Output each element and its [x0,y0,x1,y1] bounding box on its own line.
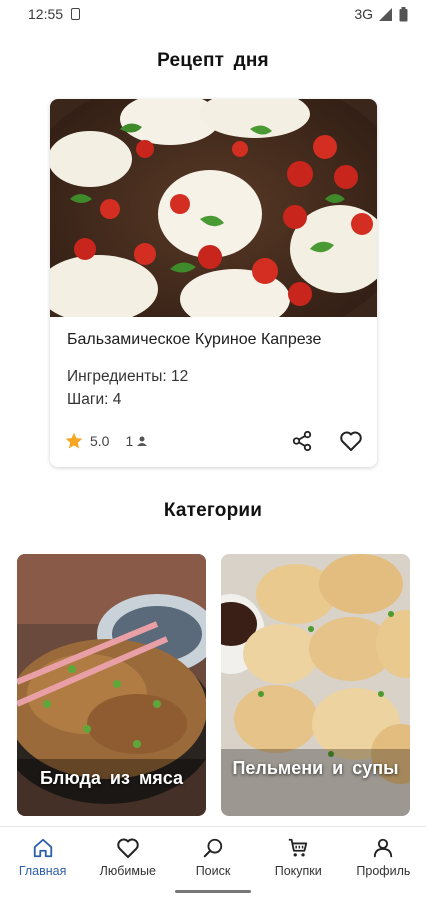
status-right: 3G [354,6,408,22]
users-group: 1 [125,433,148,449]
category-card-meat[interactable]: Блюда из мяса [17,554,206,816]
category-label-dumplings: Пельмени и супы [232,758,399,778]
recipe-actions-right [291,430,363,452]
nav-label-shopping: Покупки [274,864,322,878]
users-count: 1 [125,433,134,449]
person-icon [137,436,148,446]
nav-label-search: Поиск [195,864,231,878]
recipe-ingredients: Ингредиенты: 12 [67,368,189,385]
nav-label-favorites: Любимые [99,864,156,878]
sim-card-icon [71,8,81,20]
home-icon [33,838,52,858]
recipe-actions: 5.0 1 [50,415,377,467]
nav-item-favorites[interactable]: Любимые [85,827,170,900]
recipe-card[interactable]: Бальзамическое Куриное Капрезе Ингредиен… [50,99,377,467]
nav-item-profile[interactable]: Профиль [341,827,426,900]
nav-item-shopping[interactable]: Покупки [256,827,341,900]
recipe-steps: Шаги: 4 [67,391,122,408]
categories-title: Категории [163,500,263,521]
nav-label-home: Главная [18,864,67,878]
cart-icon [289,838,308,857]
battery-icon [399,6,408,21]
category-label-meat: Блюда из мяса [39,768,184,788]
rating-group: 5.0 [64,431,109,451]
nav-label-profile: Профиль [356,864,411,878]
network-type: 3G [354,6,373,22]
status-time: 12:55 [28,6,64,22]
recipe-body: Бальзамическое Куриное Капрезе Ингредиен… [50,317,377,411]
status-bar: 12:55 3G [0,0,426,28]
recipe-of-day-title: Рецепт дня [157,50,269,71]
star-icon [65,432,83,449]
heart-icon [117,838,139,858]
recipe-image [50,99,377,317]
signal-icon [379,7,392,21]
recipe-name: Бальзамическое Куриное Капрезе [67,331,322,348]
nav-item-home[interactable]: Главная [0,827,85,900]
rating-value: 5.0 [90,433,110,449]
heart-icon[interactable] [339,430,363,452]
category-card-dumplings[interactable]: Пельмени и супы [221,554,410,816]
search-icon [203,838,223,858]
profile-icon [374,838,393,858]
status-left: 12:55 [28,6,81,22]
home-indicator [175,890,251,893]
recipe-meta: Ингредиенты: 12 Шаги: 4 [67,365,360,411]
share-icon[interactable] [291,430,313,452]
bottom-navigation: Главная Любимые Поиск Покупки Профиль [0,826,426,900]
